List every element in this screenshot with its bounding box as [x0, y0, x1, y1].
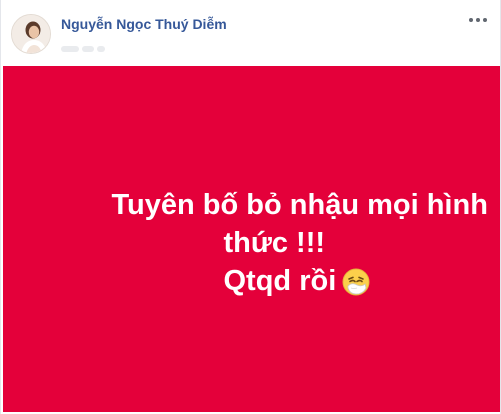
facebook-post: Nguyễn Ngọc Thuý Diễm Tuyên bố bỏ nhậu m… — [0, 0, 501, 414]
post-meta — [61, 40, 119, 52]
sneezing-face-icon — [342, 268, 370, 296]
avatar-image — [12, 15, 50, 53]
status-background: Tuyên bố bỏ nhậu mọi hình thức !!! Qtqd … — [3, 66, 500, 412]
status-text: Tuyên bố bỏ nhậu mọi hình thức !!! Qtqd … — [111, 186, 488, 300]
status-line-3-text: Qtqd rồi — [223, 265, 337, 297]
status-line-3: Qtqd rồi — [112, 262, 412, 300]
author-name[interactable]: Nguyễn Ngọc Thuý Diễm — [61, 16, 227, 32]
status-line-1: Tuyên bố bỏ nhậu mọi hình — [111, 189, 488, 221]
author-avatar[interactable] — [11, 14, 51, 54]
post-header: Nguyễn Ngọc Thuý Diễm — [1, 0, 501, 64]
more-options-icon[interactable] — [468, 12, 488, 28]
status-line-2: thức !!! — [223, 227, 326, 259]
